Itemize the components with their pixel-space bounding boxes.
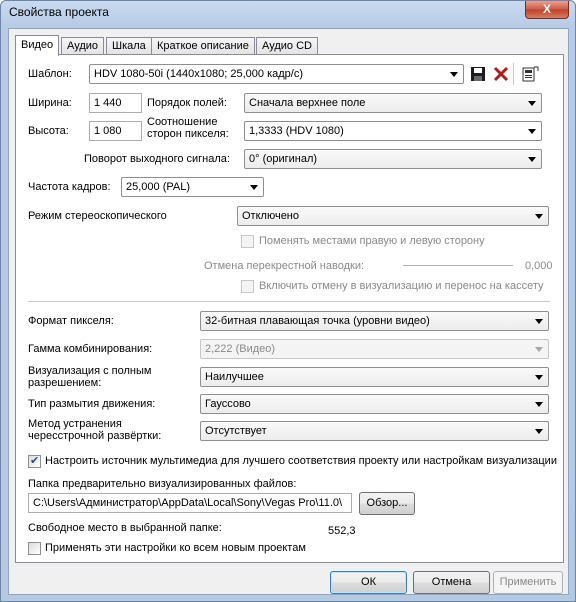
height-label: Высота: <box>28 125 69 137</box>
close-button[interactable]: X <box>525 1 569 19</box>
chevron-down-icon <box>535 375 543 380</box>
title-bar: Свойства проекта X <box>1 1 575 25</box>
stereo-label: Режим стереоскопического <box>28 210 167 222</box>
rotation-combo[interactable]: 0° (оригинал) <box>244 149 542 169</box>
tab-audio[interactable]: Аудио <box>61 37 105 55</box>
template-value: HDV 1080-50i (1440x1080; 25,000 кадр/с) <box>94 68 303 80</box>
width-label: Ширина: <box>28 97 72 109</box>
motion-blur-value: Гауссово <box>205 398 251 410</box>
rotation-value: 0° (оригинал) <box>249 153 318 165</box>
width-field[interactable]: 1 440 <box>89 93 142 113</box>
prerender-label: Папка предварительно визуализированных ф… <box>28 478 297 490</box>
chevron-down-icon <box>535 214 543 219</box>
video-tab-panel: Шаблон: HDV 1080-50i (1440x1080; 25,000 … <box>15 54 564 563</box>
pixel-format-combo[interactable]: 32-битная плавающая точка (уровни видео) <box>200 311 549 331</box>
free-space-value: 552,3 <box>328 525 356 537</box>
tab-audio-cd[interactable]: Аудио CD <box>256 37 318 55</box>
height-value: 1 080 <box>94 125 122 137</box>
chevron-down-icon <box>528 129 536 134</box>
fullres-label-line2: разрешением: <box>28 377 102 389</box>
chevron-down-icon <box>535 429 543 434</box>
chevron-down-icon <box>528 157 536 162</box>
match-media-icon[interactable] <box>521 65 539 83</box>
gamma-label: Гамма комбинирования: <box>28 343 153 355</box>
chevron-down-icon <box>250 185 258 190</box>
adjust-media-label: Настроить источник мультимедиа для лучше… <box>45 455 557 467</box>
crossover-enable-label: Включить отмену в визуализацию и перенос… <box>259 280 544 292</box>
crossover-slider[interactable] <box>403 265 513 267</box>
cancel-button[interactable]: Отмена <box>413 571 490 594</box>
chevron-down-icon <box>535 402 543 407</box>
pixel-aspect-combo[interactable]: 1,3333 (HDV 1080) <box>244 121 542 141</box>
prerender-path-value: C:\Users\Администратор\AppData\Local\Son… <box>33 497 343 509</box>
frame-rate-value: 25,000 (PAL) <box>126 181 191 193</box>
height-field[interactable]: 1 080 <box>89 121 142 141</box>
fullres-value: Наилучшее <box>205 371 264 383</box>
browse-button[interactable]: Обзор... <box>359 492 415 515</box>
motion-blur-label: Тип размытия движения: <box>28 398 156 410</box>
apply-button[interactable]: Применить <box>493 571 563 594</box>
crossover-value: 0,000 <box>525 260 553 272</box>
ok-button[interactable]: ОК <box>330 571 407 594</box>
chevron-down-icon <box>528 101 536 106</box>
deinterlace-label-line1: Метод устранения <box>28 418 122 430</box>
template-label: Шаблон: <box>28 68 72 80</box>
width-value: 1 440 <box>94 97 122 109</box>
crossover-enable-checkbox[interactable] <box>241 280 254 293</box>
deinterlace-label-line2: чересстрочной развёртки: <box>28 430 162 442</box>
tab-summary[interactable]: Краткое описание <box>151 37 255 55</box>
adjust-media-checkbox[interactable] <box>28 454 41 468</box>
chevron-down-icon <box>535 319 543 324</box>
tab-video[interactable]: Видео <box>15 35 60 56</box>
deinterlace-combo[interactable]: Отсутствует <box>200 421 549 441</box>
field-order-combo[interactable]: Сначала верхнее поле <box>244 93 542 113</box>
gamma-combo[interactable]: 2,222 (Видео) <box>200 339 549 359</box>
frame-rate-combo[interactable]: 25,000 (PAL) <box>121 177 264 197</box>
pixel-format-label: Формат пикселя: <box>28 315 114 327</box>
fullres-combo[interactable]: Наилучшее <box>200 367 549 387</box>
apply-all-label: Применять эти настройки ко всем новым пр… <box>45 542 306 554</box>
free-space-label: Свободное место в выбранной папке: <box>28 522 222 534</box>
window-title: Свойства проекта <box>9 5 109 19</box>
pixel-aspect-value: 1,3333 (HDV 1080) <box>249 125 344 137</box>
chevron-down-icon <box>450 72 458 77</box>
frame-rate-label: Частота кадров: <box>28 181 111 193</box>
tab-ruler[interactable]: Шкала <box>106 37 152 55</box>
toolbar-divider <box>513 63 514 85</box>
apply-all-checkbox[interactable] <box>28 542 41 555</box>
prerender-path-field[interactable]: C:\Users\Администратор\AppData\Local\Son… <box>28 493 352 513</box>
pixel-aspect-label-line1: Соотношение <box>147 116 218 128</box>
gamma-value: 2,222 (Видео) <box>205 343 276 355</box>
stereo-combo[interactable]: Отключено <box>237 206 549 226</box>
dialog-client-area: Видео Аудио Шкала Краткое описание Аудио… <box>8 28 569 595</box>
stereo-value: Отключено <box>242 210 299 222</box>
fullres-label-line1: Визуализация с полным <box>28 365 152 377</box>
deinterlace-value: Отсутствует <box>205 425 267 437</box>
swap-lr-checkbox[interactable] <box>241 235 254 248</box>
field-order-label: Порядок полей: <box>147 97 227 109</box>
template-combo[interactable]: HDV 1080-50i (1440x1080; 25,000 кадр/с) <box>89 64 464 84</box>
dialog-window: Свойства проекта X Видео Аудио Шкала Кра… <box>0 0 576 602</box>
save-icon[interactable] <box>469 65 487 83</box>
crossover-label: Отмена перекрестной наводки: <box>204 260 365 272</box>
motion-blur-combo[interactable]: Гауссово <box>200 394 549 414</box>
field-order-value: Сначала верхнее поле <box>249 97 366 109</box>
section-divider <box>28 301 550 302</box>
pixel-format-value: 32-битная плавающая точка (уровни видео) <box>205 315 430 327</box>
chevron-down-icon <box>535 347 543 352</box>
pixel-aspect-label-line2: сторон пикселя: <box>147 128 229 140</box>
swap-lr-label: Поменять местами правую и левую сторону <box>259 235 485 247</box>
delete-icon[interactable] <box>492 65 510 83</box>
rotation-label: Поворот выходного сигнала: <box>84 153 230 165</box>
